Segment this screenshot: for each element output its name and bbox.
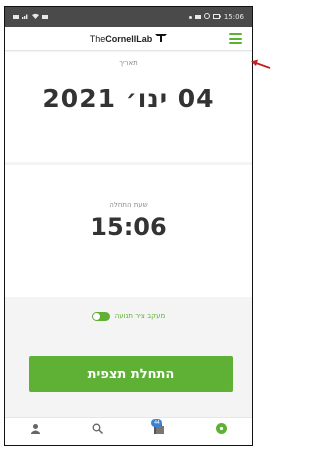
add-observation-icon <box>215 422 227 434</box>
date-value[interactable]: 04 ינו׳ 2021 <box>5 84 252 113</box>
logo-text-cornelllab: CornellLab <box>105 33 153 44</box>
user-icon <box>30 422 41 434</box>
nav-item-explore[interactable] <box>78 422 118 442</box>
app-header: The CornellLab <box>5 27 252 51</box>
nav-item-submit[interactable] <box>201 422 241 442</box>
date-panel[interactable]: תאריך 04 ינו׳ 2021 <box>5 52 252 162</box>
status-time: 15:06 <box>223 13 244 21</box>
bottom-nav: 44 <box>5 417 252 445</box>
alarm-icon <box>203 13 210 21</box>
logo-text-the: The <box>89 33 106 44</box>
wifi-icon <box>32 13 39 21</box>
nav-item-checklists[interactable]: 44 <box>139 419 179 442</box>
track-toggle[interactable] <box>91 311 110 321</box>
menu-line-icon <box>229 33 242 35</box>
hamburger-menu-button[interactable] <box>229 33 242 44</box>
cornell-lab-logo: The CornellLab <box>90 33 168 44</box>
track-row: מעקב ציר תנועה <box>5 309 252 323</box>
status-right-icons: 15:06 <box>188 13 244 21</box>
video-icon <box>194 15 201 19</box>
dot-icon <box>188 13 192 21</box>
start-time-panel[interactable]: שעת התחלה 15:06 <box>5 165 252 297</box>
checklist-count-badge: 44 <box>151 419 163 427</box>
phone-screen: 15:06 The CornellLab תאריך 04 ינו׳ 2021 … <box>4 6 253 446</box>
bird-logo-icon <box>155 33 168 44</box>
track-label: מעקב ציר תנועה <box>114 312 166 320</box>
notification-icon <box>13 15 19 19</box>
menu-line-icon <box>229 42 242 44</box>
annotation-arrow-icon <box>251 56 271 77</box>
start-checklist-button[interactable]: התחלת תצפית <box>29 356 233 392</box>
search-icon <box>92 422 104 434</box>
message-icon <box>42 15 48 19</box>
nav-item-profile[interactable] <box>16 422 56 442</box>
status-bar: 15:06 <box>5 7 252 27</box>
battery-icon <box>212 13 221 21</box>
menu-line-icon <box>229 37 242 40</box>
toggle-knob <box>92 312 100 320</box>
date-label: תאריך <box>119 59 138 67</box>
status-left-icons <box>13 13 48 21</box>
start-time-label: שעת התחלה <box>109 201 148 209</box>
signal-icon <box>22 13 29 21</box>
start-time-value[interactable]: 15:06 <box>5 213 252 241</box>
